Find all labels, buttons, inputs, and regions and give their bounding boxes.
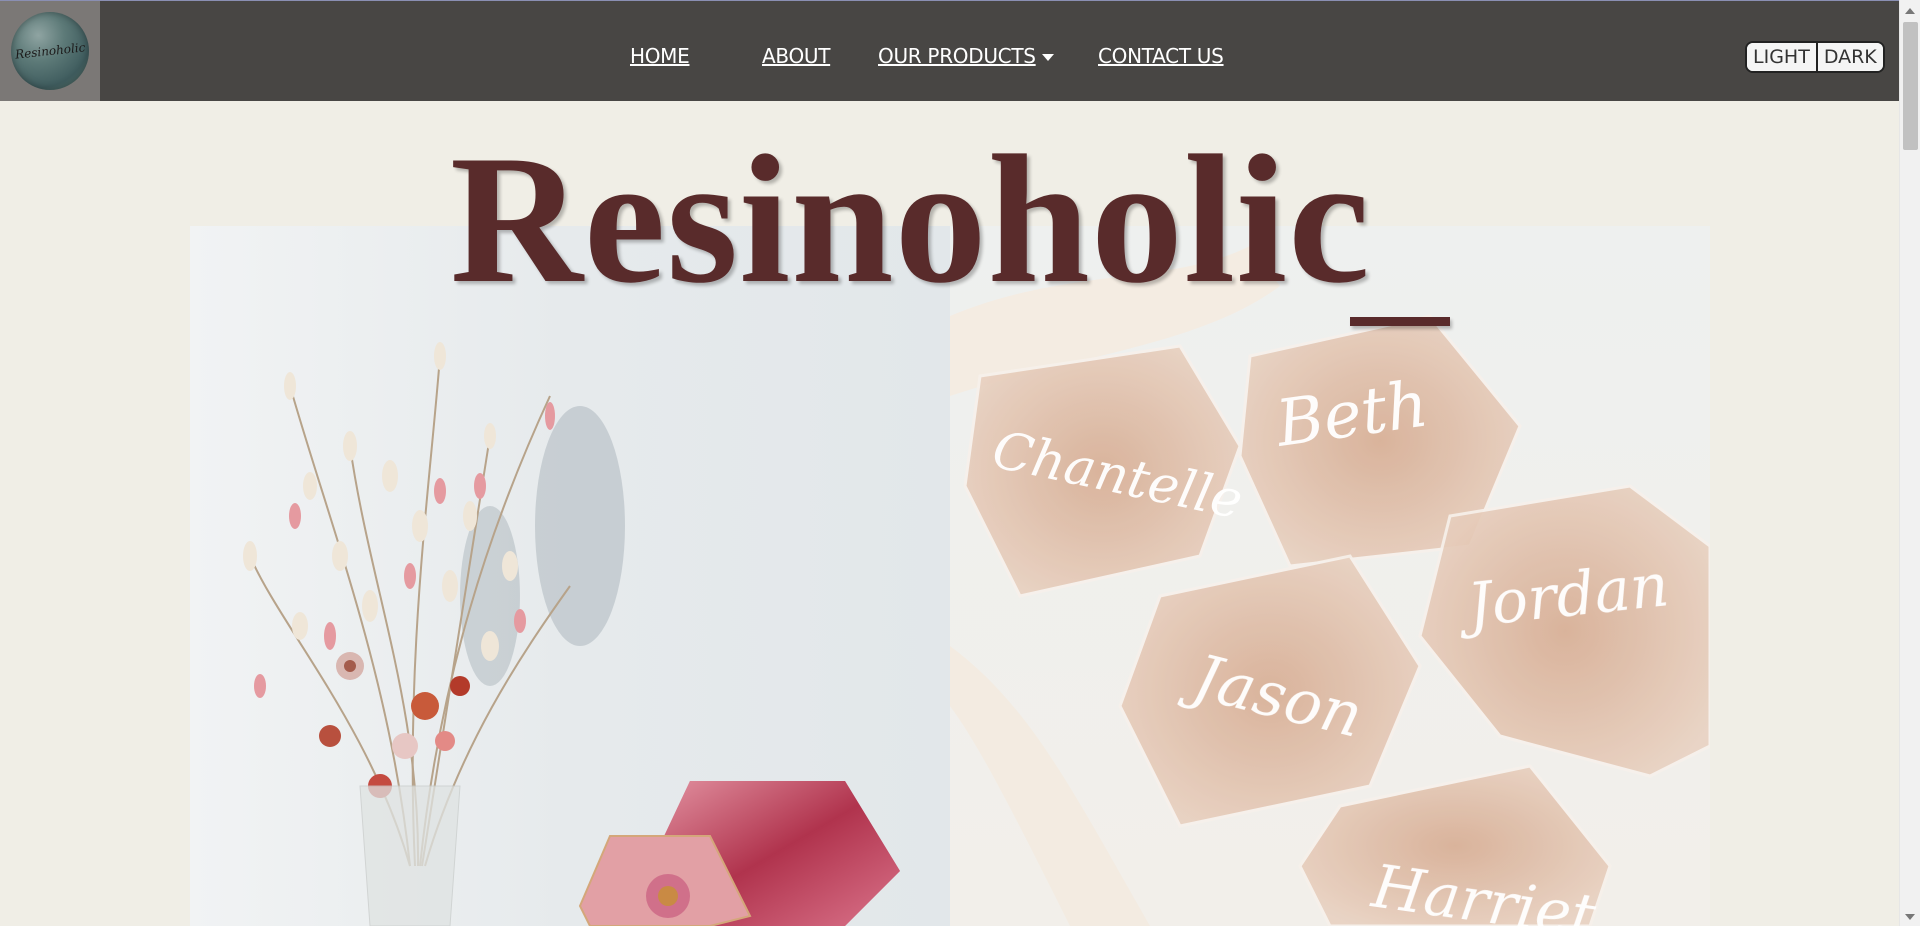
vertical-scrollbar[interactable] [1899, 0, 1920, 926]
typing-cursor [1350, 317, 1450, 326]
brand-title: Resinoholic [450, 117, 1371, 321]
top-navbar: Resinoholic HOME ABOUT OUR PRODUCTS CONT… [0, 0, 1899, 101]
hero-image-place-cards: Chantelle Beth Jason Jordan Harriet [950, 226, 1710, 926]
place-cards-illustration: Chantelle Beth Jason Jordan Harriet [950, 246, 1710, 926]
flowers-coasters-illustration [243, 342, 900, 926]
dark-theme-button[interactable]: DARK [1815, 43, 1883, 71]
theme-toggle-group: LIGHT DARK [1745, 41, 1885, 73]
nav-home-link[interactable]: HOME [630, 44, 690, 68]
scroll-up-arrow-icon[interactable] [1905, 8, 1915, 14]
light-theme-button[interactable]: LIGHT [1747, 43, 1816, 71]
scroll-down-arrow-icon[interactable] [1905, 914, 1915, 920]
chevron-down-icon [1041, 54, 1054, 61]
nav-products-label: OUR PRODUCTS [878, 44, 1036, 68]
hero-image-flowers-coasters [190, 226, 950, 926]
scroll-thumb[interactable] [1903, 22, 1918, 150]
brand-logo: Resinoholic [11, 12, 89, 90]
nav-about-link[interactable]: ABOUT [762, 44, 830, 68]
logo-text: Resinoholic [14, 40, 86, 62]
nav-products-dropdown[interactable]: OUR PRODUCTS [878, 44, 1054, 68]
logo-link[interactable]: Resinoholic [0, 1, 100, 101]
nav-contact-link[interactable]: CONTACT US [1098, 44, 1224, 68]
